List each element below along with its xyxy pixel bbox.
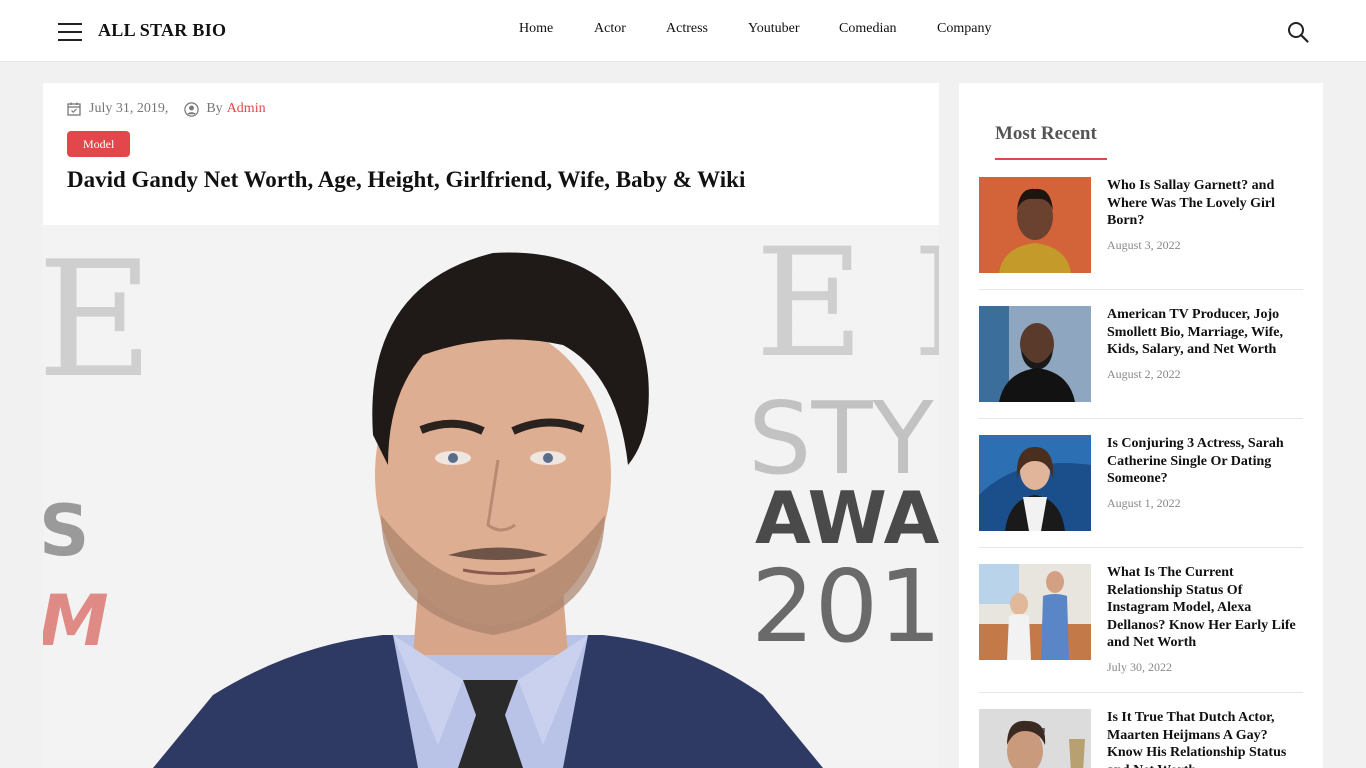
post-divider: [979, 692, 1303, 693]
post-date: August 1, 2022: [1107, 496, 1181, 510]
post-divider: [979, 418, 1303, 419]
post-thumbnail[interactable]: ▪: [979, 709, 1091, 768]
article-title: David Gandy Net Worth, Age, Height, Girl…: [67, 167, 746, 192]
sidebar: Most Recent Who Is Sallay Garnett? and W…: [959, 83, 1323, 768]
nav-item-actor[interactable]: Actor: [594, 21, 626, 37]
post-date: August 2, 2022: [1107, 367, 1181, 381]
calendar-icon: [67, 102, 81, 116]
post-title[interactable]: Is Conjuring 3 Actress, Sarah Catherine …: [1107, 435, 1303, 488]
site-header: ALL STAR BIO Home Actor Actress Youtuber…: [0, 0, 1366, 62]
backdrop-m-left: M: [43, 580, 109, 662]
search-icon[interactable]: [1287, 21, 1309, 43]
by-label: By: [206, 101, 223, 116]
nav-item-comedian[interactable]: Comedian: [839, 21, 897, 37]
nav-item-youtuber[interactable]: Youtuber: [748, 21, 799, 37]
nav-item-actress[interactable]: Actress: [666, 21, 708, 37]
post-title[interactable]: What Is The Current Relationship Status …: [1107, 564, 1303, 652]
recent-post[interactable]: American TV Producer, Jojo Smollett Bio,…: [979, 306, 1303, 419]
post-divider: [979, 547, 1303, 548]
article-card: July 31, 2019, By Admin Model David Gand…: [43, 83, 939, 768]
article-date: July 31, 2019,: [89, 101, 169, 116]
post-thumbnail[interactable]: [979, 435, 1091, 531]
post-date: July 30, 2022: [1107, 660, 1173, 674]
nav-item-home[interactable]: Home: [519, 21, 553, 37]
post-date: August 3, 2022: [1107, 238, 1181, 252]
post-title[interactable]: Is It True That Dutch Actor, Maarten Hei…: [1107, 709, 1303, 768]
backdrop-letters-right: E L: [755, 225, 939, 391]
author-link[interactable]: Admin: [227, 101, 266, 117]
post-thumbnail[interactable]: [979, 177, 1091, 273]
recent-post[interactable]: What Is The Current Relationship Status …: [979, 564, 1303, 693]
nav-item-company[interactable]: Company: [937, 21, 991, 37]
main-nav: Home Actor Actress Youtuber Comedian Com…: [0, 21, 1366, 41]
article-hero-image: E S M E L STY AWA 201: [43, 225, 939, 768]
recent-post[interactable]: ▪ Is It True That Dutch Actor, Maarten H…: [979, 709, 1303, 768]
recent-post[interactable]: Is Conjuring 3 Actress, Sarah Catherine …: [979, 435, 1303, 548]
post-title[interactable]: Who Is Sallay Garnett? and Where Was The…: [1107, 177, 1303, 230]
post-thumbnail[interactable]: [979, 306, 1091, 402]
backdrop-letter-left: E: [43, 226, 154, 413]
article-meta: July 31, 2019, By Admin: [67, 100, 266, 118]
heading-underline: [995, 158, 1107, 160]
most-recent-heading: Most Recent: [995, 123, 1097, 144]
user-icon: [184, 101, 200, 117]
recent-post[interactable]: Who Is Sallay Garnett? and Where Was The…: [979, 177, 1303, 290]
category-badge[interactable]: Model: [67, 131, 131, 157]
post-divider: [979, 289, 1303, 290]
backdrop-text-left: S: [43, 490, 89, 572]
post-thumbnail[interactable]: [979, 564, 1091, 660]
post-title[interactable]: American TV Producer, Jojo Smollett Bio,…: [1107, 306, 1303, 359]
backdrop-year: 201: [751, 548, 939, 665]
